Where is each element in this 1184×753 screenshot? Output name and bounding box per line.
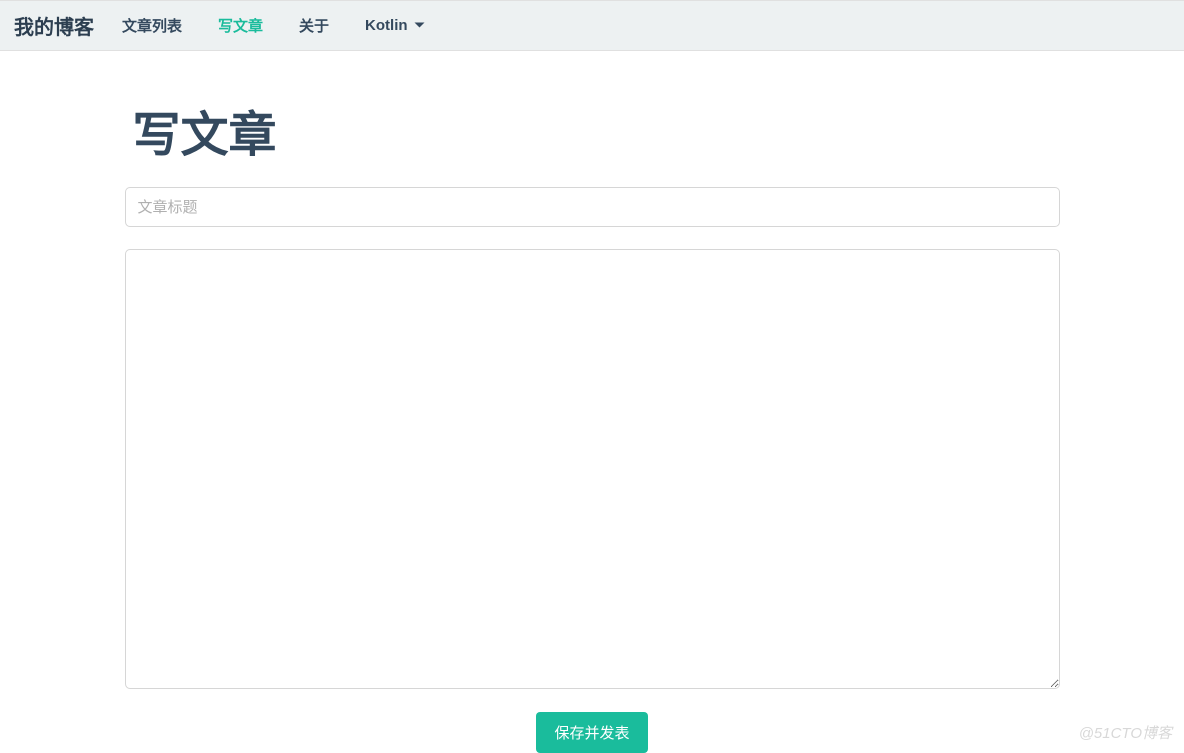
watermark: @51CTO博客 (1079, 722, 1172, 743)
nav-item-articles[interactable]: 文章列表 (122, 15, 182, 36)
navbar: 我的博客 文章列表 写文章 关于 Kotlin (0, 1, 1184, 51)
publish-button[interactable]: 保存并发表 (536, 712, 647, 753)
brand-logo[interactable]: 我的博客 (14, 11, 94, 40)
main-container: 写文章 保存并发表 (125, 51, 1060, 753)
nav-item-kotlin-label: Kotlin (365, 17, 408, 34)
article-content-textarea[interactable] (125, 249, 1060, 689)
chevron-down-icon (414, 22, 425, 29)
nav-item-write[interactable]: 写文章 (218, 15, 263, 36)
nav-item-about[interactable]: 关于 (299, 15, 329, 36)
page-title: 写文章 (133, 95, 1060, 165)
nav-item-kotlin[interactable]: Kotlin (365, 17, 425, 34)
article-title-input[interactable] (125, 187, 1060, 227)
button-row: 保存并发表 (125, 712, 1060, 753)
